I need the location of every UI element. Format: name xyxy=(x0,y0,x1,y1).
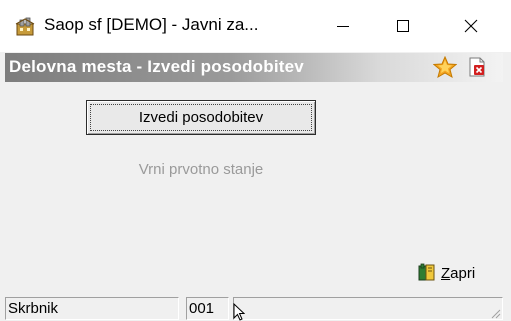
close-form-accelerator: Z xyxy=(441,264,451,282)
book-icon xyxy=(418,263,435,281)
maximize-button[interactable] xyxy=(380,0,426,52)
close-icon xyxy=(464,19,478,33)
minimize-button[interactable] xyxy=(320,0,366,52)
status-bar: Skrbnik 001 xyxy=(5,296,503,321)
main-panel: Izvedi posodobitev Vrni prvotno stanje Z… xyxy=(5,82,503,292)
window-titlebar[interactable]: Saop sf [DEMO] - Javni za... xyxy=(0,0,511,52)
form-header: Delovna mesta - Izvedi posodobitev xyxy=(5,53,503,82)
execute-update-button[interactable]: Izvedi posodobitev xyxy=(86,100,316,135)
window-close-button[interactable] xyxy=(448,0,494,52)
status-code: 001 xyxy=(186,297,229,320)
minimize-icon xyxy=(337,26,349,27)
maximize-icon xyxy=(397,20,409,32)
mouse-cursor-icon xyxy=(233,303,245,321)
close-form-label: apri xyxy=(450,264,476,282)
window-title: Saop sf [DEMO] - Javni za... xyxy=(44,15,259,34)
focus-ring xyxy=(90,104,312,131)
restore-original-label: Vrni prvotno stanje xyxy=(138,160,264,178)
star-icon[interactable] xyxy=(433,56,457,78)
form-title: Delovna mesta - Izvedi posodobitev xyxy=(9,57,304,76)
restore-original-button[interactable]: Vrni prvotno stanje xyxy=(86,154,316,184)
resize-grip-icon[interactable] xyxy=(489,307,501,319)
status-user: Skrbnik xyxy=(5,297,179,320)
close-document-icon[interactable] xyxy=(467,57,487,77)
close-form-button[interactable]: Zapri xyxy=(417,260,497,286)
status-message xyxy=(233,297,503,320)
app-building-icon xyxy=(15,17,35,36)
